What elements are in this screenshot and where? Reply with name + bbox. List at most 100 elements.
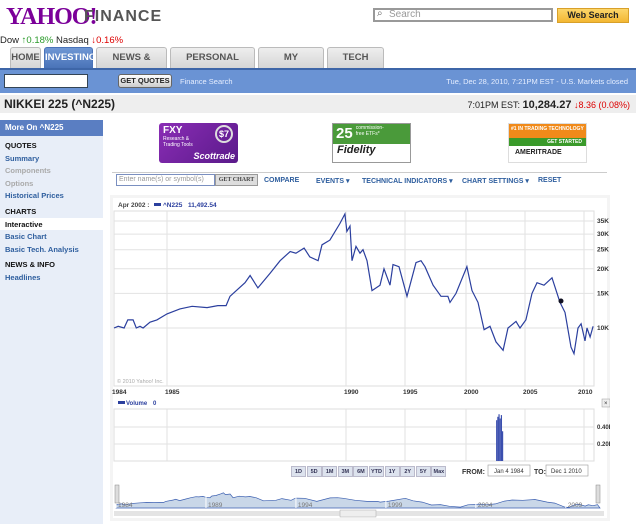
- finance-logo[interactable]: FINANCE: [84, 8, 162, 26]
- compare-button[interactable]: COMPARE: [264, 177, 299, 184]
- get-quotes-button[interactable]: GET QUOTES: [118, 74, 172, 88]
- range-button-ytd[interactable]: YTD: [369, 466, 384, 477]
- tab-my-portfolios[interactable]: MY PORTFOLIOS: [258, 47, 324, 83]
- y-tick-label: 30K: [597, 231, 609, 238]
- legend-series: ^N225: [163, 201, 183, 209]
- ad-brand: Fidelity: [337, 144, 376, 156]
- tab-news-opinion[interactable]: NEWS & OPINION: [96, 47, 167, 83]
- navigator-scroll-thumb[interactable]: [339, 509, 377, 518]
- range-button-5d[interactable]: 5D: [306, 466, 322, 477]
- sidebar-item-headlines[interactable]: Headlines: [5, 273, 40, 282]
- navigator-year-label: 1984: [118, 502, 133, 509]
- ad-cta: GET STARTED: [509, 138, 586, 146]
- sidebar-item-interactive[interactable]: Interactive: [5, 220, 43, 229]
- x-tick-label: 1985: [165, 389, 180, 396]
- y-tick-label: 35K: [597, 218, 609, 225]
- technical-indicators-menu[interactable]: TECHNICAL INDICATORS ▾: [362, 177, 453, 185]
- ad-headline: #1 IN TRADING TECHNOLOGY: [509, 124, 586, 138]
- y-tick-label: 10K: [597, 325, 609, 332]
- tab-tech-ticker[interactable]: TECH TICKER: [327, 47, 384, 83]
- nasdaq-label[interactable]: Nasdaq: [56, 35, 89, 46]
- to-label: TO:: [534, 469, 546, 476]
- navigator-year-label: 1989: [208, 502, 223, 509]
- x-tick-label: 2010: [578, 389, 593, 396]
- events-menu[interactable]: EVENTS ▾: [316, 177, 349, 185]
- copyright: © 2010 Yahoo! Inc.: [117, 378, 164, 385]
- x-tick-label: 1984: [112, 389, 127, 396]
- search-input[interactable]: Search: [373, 8, 553, 22]
- tab-personal-finance[interactable]: PERSONAL FINANCE: [170, 47, 255, 83]
- range-button-2y[interactable]: 2Y: [400, 466, 416, 477]
- x-tick-label: 2000: [464, 389, 479, 396]
- navigator-right-handle[interactable]: [595, 484, 601, 504]
- volume-bar: [499, 418, 501, 461]
- range-button-3m[interactable]: 3M: [337, 466, 353, 477]
- x-tick-label: 2005: [523, 389, 538, 396]
- navigator-left-handle[interactable]: [114, 484, 120, 504]
- sidebar-section-charts: CHARTS: [5, 207, 37, 216]
- quote-time: 7:01PM EST:: [467, 100, 520, 110]
- sidebar-header: More On ^N225: [0, 120, 103, 136]
- volume-bar: [500, 415, 503, 461]
- navigator-year-label: 1994: [298, 502, 313, 509]
- ad-text: commission-free ETFs*: [355, 125, 384, 137]
- fidelity-ad[interactable]: 25 commission-free ETFs* Fidelity: [332, 123, 411, 163]
- range-button-5y[interactable]: 5Y: [415, 466, 431, 477]
- sidebar-item-summary[interactable]: Summary: [5, 154, 39, 163]
- range-button-1y[interactable]: 1Y: [384, 466, 400, 477]
- ameritrade-ad[interactable]: #1 IN TRADING TECHNOLOGY GET STARTED AME…: [508, 123, 587, 163]
- get-chart-button[interactable]: GET CHART: [215, 174, 258, 186]
- sidebar-item-basic-chart[interactable]: Basic Chart: [5, 232, 47, 241]
- nasdaq-change: 0.16%: [96, 35, 124, 46]
- ad-brand: Scottrade: [193, 151, 235, 161]
- sidebar-item-basic-tech-analysis[interactable]: Basic Tech. Analysis: [5, 245, 79, 254]
- range-button-max[interactable]: Max: [431, 466, 447, 477]
- sidebar-item-components: Components: [5, 166, 51, 175]
- chart-settings-menu[interactable]: CHART SETTINGS ▾: [462, 177, 529, 185]
- volume-bar: [501, 431, 504, 461]
- symbol-input[interactable]: Enter name(s) or symbol(s): [116, 174, 215, 186]
- event-marker[interactable]: [558, 298, 564, 304]
- x-tick-label: 1995: [403, 389, 418, 396]
- volume-label: Volume: [126, 401, 148, 407]
- range-button-1m[interactable]: 1M: [322, 466, 338, 477]
- quote-summary: 7:01PM EST: 10,284.27 ↓8.36 (0.08%): [467, 99, 630, 111]
- dow-change: 0.18%: [26, 35, 54, 46]
- sidebar-item-historical-prices[interactable]: Historical Prices: [5, 191, 64, 200]
- dow-label[interactable]: Dow: [0, 35, 19, 46]
- web-search-button[interactable]: Web Search: [557, 8, 629, 23]
- legend-value: 11,492.54: [188, 202, 217, 209]
- tab-home[interactable]: HOME: [10, 47, 41, 68]
- tab-investing[interactable]: INVESTING: [44, 47, 96, 68]
- ad-text: Research & Trading Tools: [163, 136, 193, 148]
- market-ticker: Dow ↑0.18% Nasdaq ↓0.16%: [0, 35, 123, 46]
- volume-bar: [497, 416, 499, 461]
- volume-bar: [496, 420, 498, 461]
- quote-input[interactable]: [4, 74, 88, 88]
- reset-button[interactable]: RESET: [538, 177, 561, 184]
- quote-change: 8.36 (0.08%): [578, 100, 630, 110]
- y-tick-label: 15K: [597, 290, 609, 297]
- page-title: NIKKEI 225 (^N225): [4, 97, 116, 111]
- sidebar-section-news: NEWS & INFO: [5, 260, 55, 269]
- volume-swatch: [118, 401, 125, 404]
- ad-headline: 25: [336, 125, 353, 142]
- range-button-1d[interactable]: 1D: [291, 466, 306, 477]
- navigator-year-label: 2009: [568, 502, 583, 509]
- close-icon: ×: [604, 401, 608, 407]
- y-tick-label: 25K: [597, 247, 609, 254]
- finance-search-link[interactable]: Finance Search: [180, 77, 233, 86]
- yahoo-logo[interactable]: YAHOO!: [6, 4, 97, 31]
- sidebar-item-options: Options: [5, 179, 34, 188]
- volume-tick-label: 0.40B: [597, 425, 610, 431]
- market-status: Tue, Dec 28, 2010, 7:21PM EST - U.S. Mar…: [446, 77, 628, 86]
- navigator-year-label: 1999: [388, 502, 403, 509]
- scottrade-ad[interactable]: FXY Research & Trading Tools Scottrade $…: [159, 123, 238, 163]
- navigator-year-label: 2004: [478, 502, 493, 509]
- range-button-6m[interactable]: 6M: [353, 466, 369, 477]
- legend-swatch: [154, 203, 161, 206]
- to-date: Dec 1 2010: [551, 469, 582, 475]
- sidebar-section-quotes: QUOTES: [5, 141, 37, 150]
- ad-brand: AMERITRADE: [515, 149, 562, 156]
- price-badge-icon: $7: [215, 125, 233, 143]
